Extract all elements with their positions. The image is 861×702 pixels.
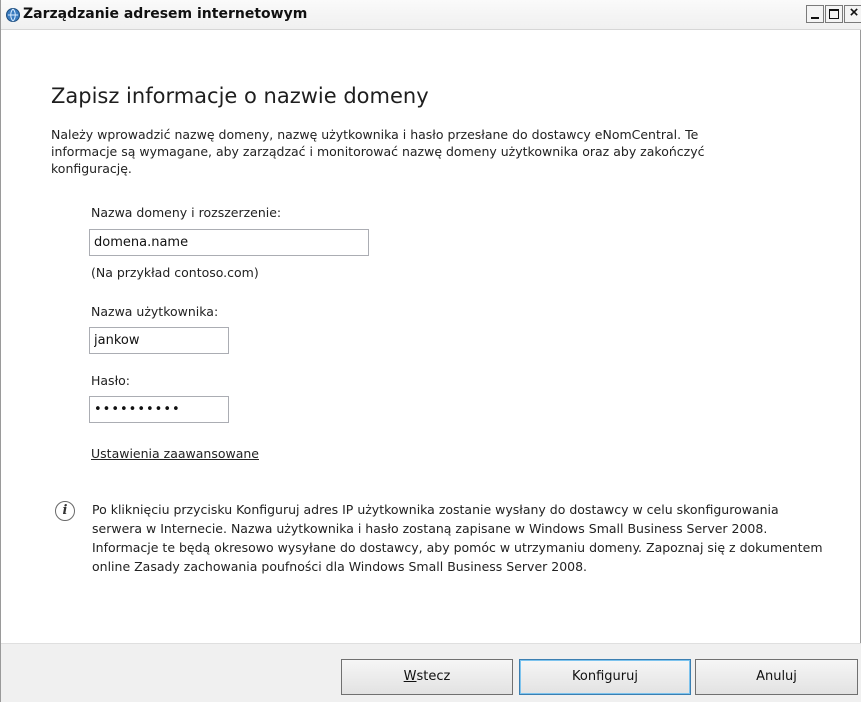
window-controls: × [805,4,861,23]
back-accelerator: W [403,669,417,684]
title-bar[interactable]: Zarządzanie adresem internetowym × [1,0,861,30]
configure-label: Konfiguruj [572,669,638,684]
close-icon: × [849,4,859,21]
cancel-button[interactable]: Anuluj [695,659,858,695]
advanced-settings-link[interactable]: Ustawienia zaawansowane [91,446,259,461]
username-label: Nazwa użytkownika: [91,304,219,319]
password-field[interactable] [89,396,229,423]
app-icon [6,8,20,22]
minimize-button[interactable] [806,5,824,23]
cancel-label: Anuluj [756,669,797,684]
back-label: stecz [416,669,451,684]
username-field[interactable] [89,327,229,354]
domain-field[interactable] [89,229,369,256]
close-button[interactable]: × [844,4,861,23]
info-text: Po kliknięciu przycisku Konfiguruj adres… [92,502,823,574]
wizard-window: Zarządzanie adresem internetowym × Zapis… [0,0,861,702]
password-label: Hasło: [91,373,130,388]
intro-text: Należy wprowadzić nazwę domeny, nazwę uż… [51,127,705,176]
maximize-button[interactable] [825,5,843,23]
domain-hint: (Na przykład contoso.com) [91,265,259,280]
back-button[interactable]: Wstecz [341,659,513,695]
page-title: Zapisz informacje o nazwie domeny [51,84,429,108]
info-icon: i [55,501,75,521]
maximize-icon [829,9,839,19]
window-title: Zarządzanie adresem internetowym [23,6,308,22]
minimize-icon [811,17,819,19]
configure-button[interactable]: Konfiguruj [519,659,691,695]
domain-label: Nazwa domeny i rozszerzenie: [91,205,282,220]
